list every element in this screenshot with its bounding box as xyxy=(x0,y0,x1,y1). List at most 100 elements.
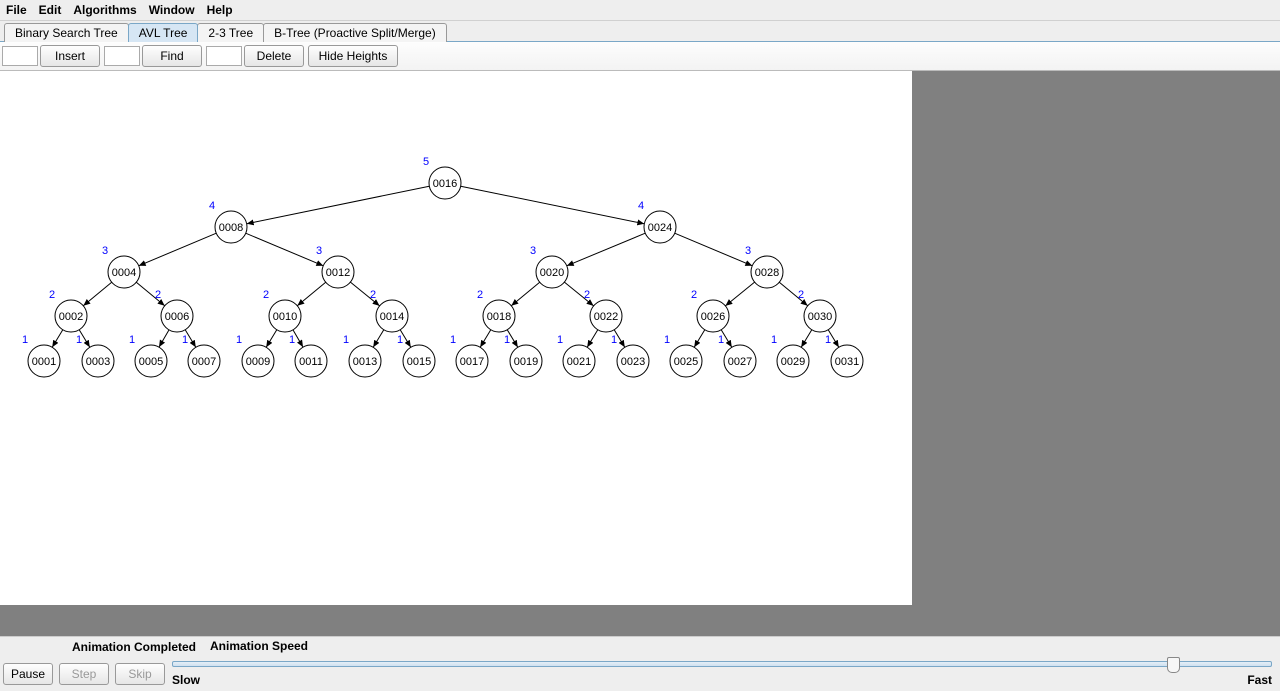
fast-label: Fast xyxy=(1247,673,1272,687)
tree-edge xyxy=(675,233,753,266)
tree-edge xyxy=(725,282,754,306)
find-button[interactable]: Find xyxy=(142,45,202,67)
svg-text:0023: 0023 xyxy=(621,356,645,368)
height-label: 4 xyxy=(638,200,644,212)
menu-help[interactable]: Help xyxy=(207,3,233,17)
height-label: 5 xyxy=(423,156,429,168)
toolbar: Insert Find Delete Hide Heights xyxy=(0,42,1280,71)
tree-node: 0011 1 xyxy=(289,334,327,377)
svg-text:0011: 0011 xyxy=(299,356,323,368)
insert-input[interactable] xyxy=(2,46,38,66)
height-label: 2 xyxy=(477,289,483,301)
svg-text:0006: 0006 xyxy=(165,311,189,323)
height-label: 2 xyxy=(155,289,161,301)
height-label: 4 xyxy=(209,200,215,212)
svg-text:0030: 0030 xyxy=(808,311,832,323)
tree-node: 00051 xyxy=(129,334,167,377)
height-label: 2 xyxy=(691,289,697,301)
menu-algorithms[interactable]: Algorithms xyxy=(73,3,136,17)
tree-node: 00022 xyxy=(49,289,87,332)
svg-text:0025: 0025 xyxy=(674,356,698,368)
tree-node: 00191 xyxy=(504,334,542,377)
tree-node: 0009 1 xyxy=(236,334,274,377)
tree-node: 00123 xyxy=(316,245,354,288)
height-label: 3 xyxy=(102,245,108,257)
tree-node: 00171 xyxy=(450,334,488,377)
tab-bst[interactable]: Binary Search Tree xyxy=(4,23,129,42)
height-label: 2 xyxy=(798,289,804,301)
svg-text:0004: 0004 xyxy=(112,267,136,279)
tree-edge xyxy=(266,330,277,348)
height-label: 1 xyxy=(182,334,188,346)
tree-svg: 0016500084002440004300123002030028300022… xyxy=(0,71,912,605)
tab-btree[interactable]: B-Tree (Proactive Split/Merge) xyxy=(263,23,447,42)
delete-input[interactable] xyxy=(206,46,242,66)
svg-text:0007: 0007 xyxy=(192,356,216,368)
speed-slider[interactable] xyxy=(172,661,1272,667)
menu-window[interactable]: Window xyxy=(149,3,195,17)
tree-node: 0026 2 xyxy=(691,289,729,332)
height-label: 3 xyxy=(745,245,751,257)
svg-text:0001: 0001 xyxy=(32,356,56,368)
tab-23[interactable]: 2-3 Tree xyxy=(197,23,264,42)
tree-node: 00211 xyxy=(557,334,595,377)
svg-text:0029: 0029 xyxy=(781,356,805,368)
footer: Animation Completed Animation Speed Paus… xyxy=(0,636,1280,691)
tree-edge xyxy=(247,186,430,224)
tree-node: 0023 1 xyxy=(611,334,649,377)
tree-node: 0006 2 xyxy=(155,289,193,332)
skip-button[interactable]: Skip xyxy=(115,663,165,685)
speed-slider-thumb[interactable] xyxy=(1167,657,1180,673)
height-label: 1 xyxy=(236,334,242,346)
svg-text:0027: 0027 xyxy=(728,356,752,368)
tree-node: 0027 1 xyxy=(718,334,756,377)
svg-text:0019: 0019 xyxy=(514,356,538,368)
svg-text:0014: 0014 xyxy=(380,311,404,323)
height-label: 2 xyxy=(49,289,55,301)
tree-edge xyxy=(52,330,63,348)
svg-text:0003: 0003 xyxy=(86,356,110,368)
tree-node: 00203 xyxy=(530,245,568,288)
height-label: 1 xyxy=(289,334,295,346)
height-label: 1 xyxy=(557,334,563,346)
animation-status: Animation Completed xyxy=(0,640,202,654)
height-label: 2 xyxy=(370,289,376,301)
height-label: 1 xyxy=(771,334,777,346)
tree-edge xyxy=(587,330,598,348)
svg-text:0009: 0009 xyxy=(246,356,270,368)
tree-node: 00283 xyxy=(745,245,783,288)
svg-text:0020: 0020 xyxy=(540,267,564,279)
tree-node: 00165 xyxy=(423,156,461,199)
tree-node: 0007 1 xyxy=(182,334,220,377)
tree-edge xyxy=(373,330,384,348)
tab-avl[interactable]: AVL Tree xyxy=(128,23,199,42)
hide-heights-button[interactable]: Hide Heights xyxy=(308,45,398,67)
height-label: 1 xyxy=(397,334,403,346)
tree-edge xyxy=(511,282,539,306)
tree-edge xyxy=(694,330,705,348)
menu-edit[interactable]: Edit xyxy=(39,3,62,17)
menu-file[interactable]: File xyxy=(6,3,27,17)
find-input[interactable] xyxy=(104,46,140,66)
step-button[interactable]: Step xyxy=(59,663,109,685)
tree-node: 00031 xyxy=(76,334,114,377)
menubar: File Edit Algorithms Window Help xyxy=(0,0,1280,21)
tree-node: 0010 2 xyxy=(263,289,301,332)
tree-node: 00182 xyxy=(477,289,515,332)
svg-text:0012: 0012 xyxy=(326,267,350,279)
delete-button[interactable]: Delete xyxy=(244,45,304,67)
tree-node: 0004 3 xyxy=(102,245,140,288)
tree-node: 00311 xyxy=(825,334,863,377)
height-label: 1 xyxy=(611,334,617,346)
insert-button[interactable]: Insert xyxy=(40,45,100,67)
height-label: 1 xyxy=(22,334,28,346)
height-label: 1 xyxy=(718,334,724,346)
tree-node: 0030 2 xyxy=(798,289,836,332)
pause-button[interactable]: Pause xyxy=(3,663,53,685)
svg-text:0013: 0013 xyxy=(353,356,377,368)
svg-text:0026: 0026 xyxy=(701,311,725,323)
tree-node: 00251 xyxy=(664,334,702,377)
height-label: 2 xyxy=(263,289,269,301)
svg-text:0010: 0010 xyxy=(273,311,297,323)
svg-text:0005: 0005 xyxy=(139,356,163,368)
